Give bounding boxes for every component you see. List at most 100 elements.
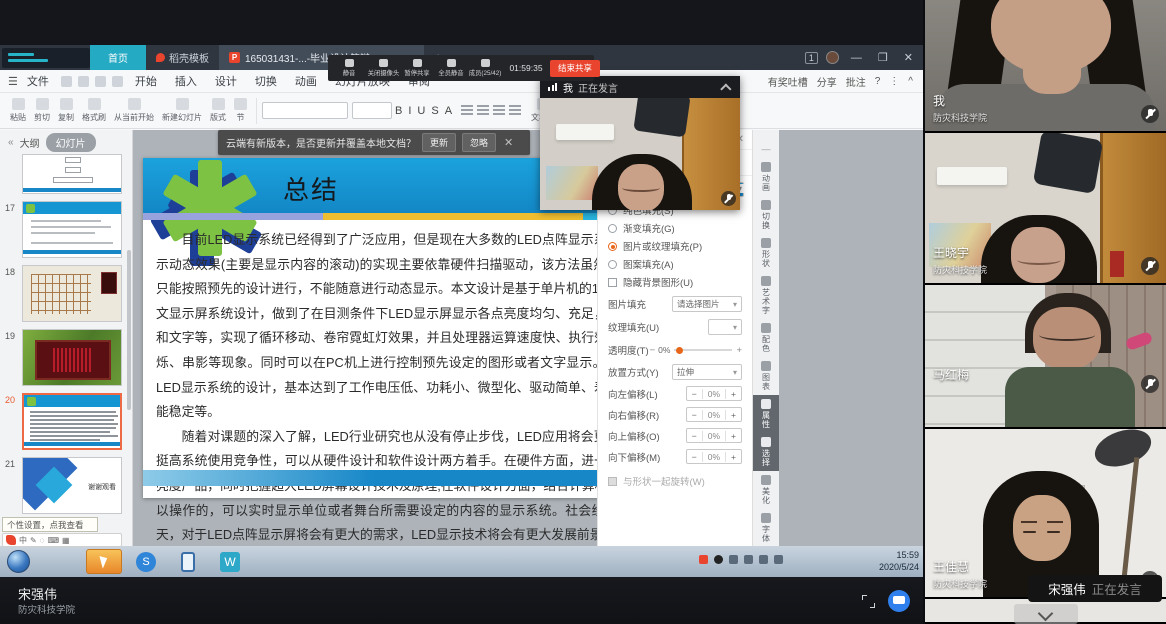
menu-right-action[interactable]: 分享	[817, 74, 837, 89]
ribbon-button[interactable]: 版式	[210, 98, 226, 123]
chevron-up-icon[interactable]	[720, 83, 731, 94]
ribbon-button[interactable]: 复制	[58, 98, 74, 123]
format-button[interactable]: U	[417, 105, 425, 117]
thumbnail-20-selected[interactable]: 20	[0, 393, 132, 450]
radio-picture-fill[interactable]: 图片或纹理填充(P)	[598, 235, 752, 253]
menu-file[interactable]: 文件	[18, 73, 58, 89]
participant-tile-wangjiahui[interactable]: 王佳慧 防灾科技学院	[925, 429, 1166, 597]
transparency-plus[interactable]: +	[736, 345, 742, 356]
side-tab[interactable]: 属性	[753, 395, 779, 433]
format-button[interactable]: B	[395, 105, 402, 117]
tab-outline[interactable]: 大纲	[20, 135, 40, 150]
collapse-panel-icon[interactable]: «	[8, 137, 14, 148]
ribbon-button[interactable]: 节	[234, 98, 247, 123]
side-tab[interactable]: 配色	[753, 319, 779, 357]
side-tab[interactable]: 切换	[753, 196, 779, 234]
picture-fill-select[interactable]: 请选择图片▾	[672, 296, 742, 312]
menu-right-action[interactable]: 有奖吐槽	[768, 74, 808, 89]
font-name-select[interactable]	[262, 102, 348, 119]
offset-stepper[interactable]: −0%+	[686, 449, 742, 464]
save-icon[interactable]	[61, 76, 72, 87]
tab-home[interactable]: 首页	[90, 45, 146, 70]
print-icon[interactable]	[78, 76, 89, 87]
thumbnail-17[interactable]: 17	[0, 201, 132, 258]
taskbar-app-wps[interactable]: W	[212, 549, 248, 574]
undo-icon[interactable]	[95, 76, 106, 87]
alignment-buttons[interactable]	[461, 105, 521, 116]
menu-right-action[interactable]: ^	[908, 76, 913, 87]
menu-right-action[interactable]: 批注	[846, 74, 866, 89]
format-button[interactable]: A	[445, 105, 452, 117]
restore-button[interactable]: ❐	[874, 51, 892, 64]
system-tray[interactable]	[699, 555, 783, 564]
ribbon-button[interactable]: 从当前开始	[114, 98, 154, 123]
floating-self-preview[interactable]: 我 正在发言	[540, 76, 740, 210]
pause-share-button[interactable]: 暂停共享	[400, 59, 434, 78]
minimize-button[interactable]: —	[847, 52, 866, 64]
camera-off-button[interactable]: 关闭摄像头	[366, 59, 400, 78]
update-close-icon[interactable]: ✕	[504, 136, 513, 149]
thumbnail-16-partial[interactable]	[0, 154, 132, 194]
menu-item[interactable]: 开始	[126, 73, 166, 89]
taskbar-clock[interactable]: 15:59 2020/5/24	[879, 549, 919, 573]
menu-item[interactable]: 设计	[206, 73, 246, 89]
transparency-minus[interactable]: −	[650, 345, 656, 356]
tab-docer[interactable]: 稻壳模板	[146, 45, 219, 70]
members-button[interactable]: 成员(25/42)	[468, 59, 502, 78]
notification-badge[interactable]: 1	[805, 52, 818, 64]
ignore-button[interactable]: 忽略	[462, 133, 496, 152]
account-avatar[interactable]	[826, 51, 839, 64]
texture-fill-select[interactable]: ▾	[708, 319, 742, 335]
participant-tile-wangxiaoyu[interactable]: 王晓宇 防灾科技学院	[925, 133, 1166, 283]
checkbox-hide-background[interactable]: 隐藏背景图形(U)	[598, 271, 752, 289]
ribbon-button[interactable]: 格式刷	[82, 98, 106, 123]
strip-collapse-icon[interactable]: —	[762, 144, 771, 154]
transparency-slider[interactable]	[674, 349, 732, 351]
side-tab[interactable]: 形状	[753, 234, 779, 272]
side-tab[interactable]: 选择	[753, 433, 779, 471]
side-tab[interactable]: 字体	[753, 509, 779, 547]
ribbon-button[interactable]: 剪切	[34, 98, 50, 123]
taskbar-app-phone[interactable]	[170, 549, 206, 574]
fullscreen-expand-icon[interactable]	[862, 595, 875, 608]
hamburger-icon[interactable]: ☰	[8, 75, 18, 88]
offset-stepper[interactable]: −0%+	[686, 386, 742, 401]
chat-button[interactable]	[888, 590, 910, 612]
ribbon-button[interactable]: 新建幻灯片	[162, 98, 202, 123]
thumbnail-19[interactable]: 19	[0, 329, 132, 386]
participant-tile-me[interactable]: 我 防灾科技学院	[925, 0, 1166, 131]
checkbox-rotate-with-shape[interactable]: 与形状一起旋转(W)	[598, 464, 752, 488]
placement-select[interactable]: 拉伸▾	[672, 364, 742, 380]
font-size-select[interactable]	[352, 102, 392, 119]
menu-right-action[interactable]: ?	[875, 76, 881, 87]
end-share-button[interactable]: 结束共享	[550, 60, 600, 77]
participant-tile-mahongmei[interactable]: 马红梅	[925, 285, 1166, 427]
collapse-sidebar-button[interactable]	[1014, 604, 1078, 624]
taskbar-app-qq[interactable]: S	[128, 549, 164, 574]
menu-item[interactable]: 切换	[246, 73, 286, 89]
format-button[interactable]: I	[408, 105, 411, 117]
format-button[interactable]: S	[431, 105, 438, 117]
thumbnail-18[interactable]: 18	[0, 265, 132, 322]
side-tab[interactable]: 艺术字	[753, 272, 779, 319]
close-button[interactable]: ✕	[900, 51, 917, 64]
radio-pattern-fill[interactable]: 图案填充(A)	[598, 253, 752, 271]
radio-gradient-fill[interactable]: 渐变填充(G)	[598, 217, 752, 235]
tab-slides[interactable]: 幻灯片	[46, 133, 96, 152]
offset-stepper[interactable]: −0%+	[686, 407, 742, 422]
side-tab[interactable]: 图表	[753, 357, 779, 395]
sogou-ime-bar[interactable]: 中✎◌⌨▦	[2, 533, 122, 547]
sogou-icon[interactable]	[6, 535, 16, 545]
mute-button[interactable]: 静音	[332, 59, 366, 78]
speaker-video[interactable]: 宋强伟 防灾科技学院	[0, 577, 923, 624]
mute-all-button[interactable]: 全员静音	[434, 59, 468, 78]
menu-item[interactable]: 插入	[166, 73, 206, 89]
side-tab[interactable]: 动画	[753, 158, 779, 196]
thumbnail-scrollbar[interactable]	[127, 250, 131, 410]
start-button[interactable]	[7, 550, 30, 573]
update-button[interactable]: 更新	[422, 133, 456, 152]
taskbar-app-meeting-active[interactable]	[86, 549, 122, 574]
menu-item[interactable]: 动画	[286, 73, 326, 89]
side-tab[interactable]: 美化	[753, 471, 779, 509]
redo-icon[interactable]	[112, 76, 123, 87]
